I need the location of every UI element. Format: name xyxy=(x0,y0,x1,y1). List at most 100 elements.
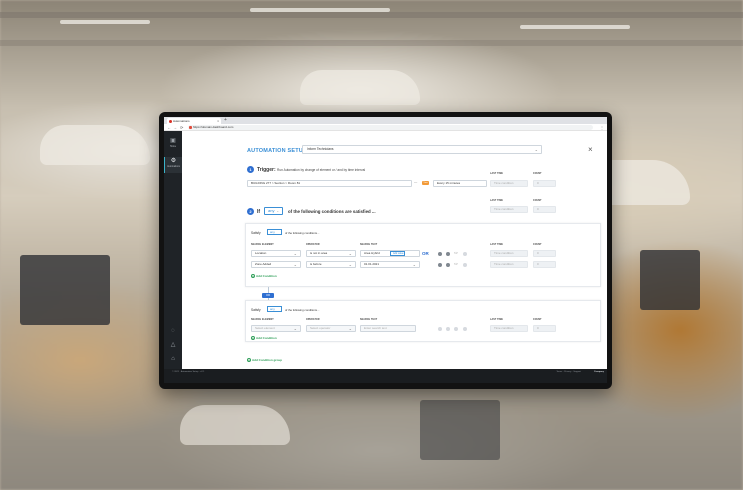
code-icon[interactable]: <> xyxy=(454,251,458,255)
eye-icon[interactable] xyxy=(438,252,442,256)
machine-cabinet xyxy=(20,255,110,325)
sidebar-item-label: Automations xyxy=(167,166,180,168)
interval-value: Every 15 minutes xyxy=(437,181,461,185)
satisfy-select[interactable]: any xyxy=(267,229,282,235)
trash-icon[interactable] xyxy=(463,263,467,267)
add-value-chip[interactable]: Add value xyxy=(390,251,405,256)
add-condition-link[interactable]: + Add Condition xyxy=(251,336,277,340)
count-label: COUNT xyxy=(533,200,542,202)
forward-icon[interactable]: → xyxy=(173,124,177,131)
eye-icon[interactable] xyxy=(438,263,442,267)
close-icon[interactable]: × xyxy=(588,146,593,154)
automation-icon: ⚙ xyxy=(170,158,177,164)
any-select[interactable]: any ⌄ xyxy=(264,207,283,215)
reload-icon[interactable]: ⟳ xyxy=(180,124,183,131)
chevron-down-icon: ⌄ xyxy=(293,262,297,267)
interval-select[interactable]: Every 15 minutes xyxy=(433,180,487,187)
status-left-text: © 2021 · Automation Setup · v2.1 xyxy=(172,371,205,373)
new-tab-icon[interactable]: + xyxy=(224,117,227,124)
search-element-label: SEARCH ELEMENT xyxy=(251,244,274,246)
satisfy-label: Satisfy xyxy=(251,231,261,235)
status-right-text: Terms · Privacy · Support xyxy=(556,371,581,373)
status-bar: © 2021 · Automation Setup · v2.1 Terms ·… xyxy=(164,369,607,383)
last-time-field: Time condition xyxy=(490,180,528,187)
chevron-down-icon: ⌄ xyxy=(293,326,297,331)
automation-name-select[interactable]: Inform Technicians ⌄ xyxy=(302,145,542,154)
element-select[interactable]: Location ⌄ xyxy=(251,250,301,257)
sidebar-item-home[interactable]: ▣ Home xyxy=(164,137,182,153)
chevron-down-icon: ⌄ xyxy=(348,251,352,256)
gear-icon[interactable] xyxy=(446,263,450,267)
browser-tabbar: Automations × + xyxy=(164,117,607,124)
element-select[interactable]: Zone Added ⌄ xyxy=(251,261,301,268)
add-condition-link[interactable]: + Add Condition xyxy=(251,274,277,278)
add-condition-group-label: Add Condition group xyxy=(252,358,282,362)
add-condition-label: Add Condition xyxy=(256,336,277,340)
code-icon[interactable]: <> xyxy=(454,262,458,266)
operator-label: OPERATOR xyxy=(306,319,320,321)
add-condition-label: Add Condition xyxy=(256,274,277,278)
ceiling-beam xyxy=(0,40,743,46)
car-body xyxy=(180,405,290,445)
brand-logo: Company xyxy=(594,371,604,373)
any-value: any xyxy=(268,208,275,213)
step-badge: 2 xyxy=(247,208,254,215)
machine-cabinet xyxy=(640,250,700,310)
search-text-label: SEARCH TEXT xyxy=(360,244,378,246)
ceiling-light xyxy=(60,20,150,24)
chevron-down-icon: ⌄ xyxy=(412,262,416,267)
search-text-field[interactable]: 01.01.2021 ⌄ xyxy=(360,261,420,268)
machine-cabinet xyxy=(420,400,500,460)
count-field: 0 xyxy=(533,250,556,257)
search-text-field[interactable]: Enter search text xyxy=(360,325,416,332)
plus-icon: + xyxy=(251,274,255,278)
last-time-field: Time condition xyxy=(490,325,528,332)
element-select[interactable]: Select element ⌄ xyxy=(251,325,301,332)
search-element-label: SEARCH ELEMENT xyxy=(251,319,274,321)
time-badge[interactable]: Time xyxy=(422,181,429,185)
chevron-down-icon: ⌄ xyxy=(293,251,297,256)
tab-title: Automations xyxy=(173,119,190,123)
eye-icon xyxy=(438,327,442,331)
operator-select[interactable]: is before ⌄ xyxy=(306,261,356,268)
trigger-path-select[interactable]: BUILDING 277 > Section > Room 81 xyxy=(247,180,412,187)
satisfy-suffix: of the following conditions... xyxy=(285,231,320,235)
count-label: COUNT xyxy=(533,319,542,321)
chevron-down-icon: ⌄ xyxy=(348,262,352,267)
plus-icon: + xyxy=(247,358,251,362)
last-time-label: LAST TIME xyxy=(490,200,504,202)
monitor-frame: Automations × + ← → ⟳ https://domain.das… xyxy=(159,112,612,389)
url-field[interactable]: https://domain.dashboard.com xyxy=(188,125,593,130)
sidebar-item-automations[interactable]: ⚙ Automations xyxy=(164,157,182,173)
browser-menu-icon[interactable]: ⋮ xyxy=(600,124,604,131)
count-field: 0 xyxy=(533,206,556,213)
count-field: 0 xyxy=(533,180,556,187)
separator: — xyxy=(414,180,418,184)
condition-group: Satisfy any of the following conditions.… xyxy=(245,223,601,287)
operator-select[interactable]: Select operator ⌄ xyxy=(306,325,356,332)
satisfy-select[interactable]: any xyxy=(267,306,282,312)
last-time-field: Time condition xyxy=(490,206,528,213)
automation-name-value: Inform Technicians xyxy=(307,147,334,151)
sidebar-item-label: Home xyxy=(169,146,177,148)
add-condition-group-link[interactable]: + Add Condition group xyxy=(247,358,282,362)
ceiling-beam xyxy=(0,12,743,18)
or-badge[interactable]: OR xyxy=(262,293,274,298)
gear-icon[interactable] xyxy=(446,252,450,256)
ceiling-light xyxy=(250,8,390,12)
or-label: OR xyxy=(422,251,429,256)
last-time-label: LAST TIME xyxy=(490,244,504,246)
trash-icon[interactable] xyxy=(463,252,467,256)
address-bar: ← → ⟳ https://domain.dashboard.com ⋮ xyxy=(164,124,607,131)
chevron-down-icon: ⌄ xyxy=(534,147,538,152)
back-icon[interactable]: ← xyxy=(167,124,171,131)
site-icon xyxy=(189,126,192,129)
plus-icon: + xyxy=(251,336,255,340)
operator-select[interactable]: is not in area ⌄ xyxy=(306,250,356,257)
satisfy-suffix: of the following conditions... xyxy=(285,308,320,312)
trash-icon xyxy=(463,327,467,331)
last-time-field: Time condition xyxy=(490,261,528,268)
gear-icon xyxy=(446,327,450,331)
trigger-description: Run Automation by change of element or /… xyxy=(277,168,366,172)
if-label: If xyxy=(257,209,261,215)
